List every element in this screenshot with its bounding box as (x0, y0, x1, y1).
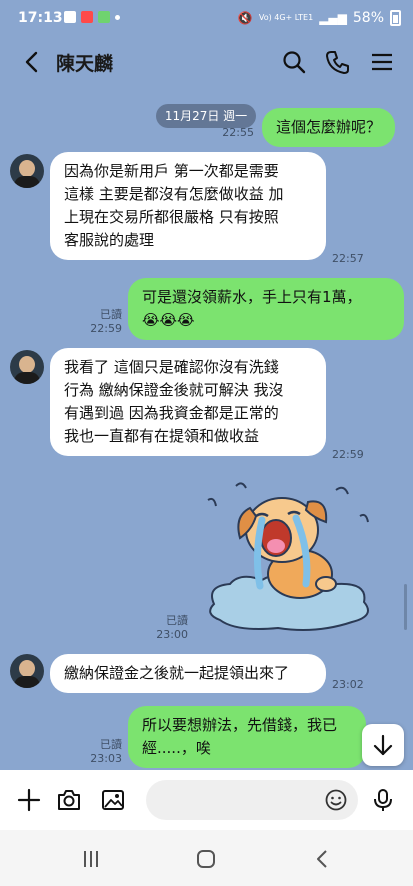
message-line: 上現在交易所都很嚴格 只有按照 (64, 208, 279, 226)
youtube-icon (81, 11, 93, 23)
message-line: 可是還沒領薪水，手上只有1萬， (142, 288, 362, 306)
message-bubble-incoming[interactable]: 因為你是新用戶 第一次都是需要 這樣 主要是都沒有怎麼做收益 加 上現在交易所都… (50, 152, 326, 260)
message-input-bar (0, 770, 413, 830)
chat-area[interactable]: 11月27日 週一 這個怎麼辦呢？ 22:55 因為你是新用戶 第一次都是需要 … (0, 88, 413, 770)
scrollbar[interactable] (404, 584, 407, 630)
message-bubble-outgoing[interactable]: 所以要想辦法，先借錢，我已 經.....，唉 (128, 706, 366, 768)
scroll-to-bottom-arrow-icon[interactable] (362, 724, 404, 766)
message-line: 客服說的處理 (64, 231, 155, 249)
avatar[interactable] (10, 154, 44, 188)
message-time: 23:00 (156, 628, 188, 641)
message-line: 有遇到過 因為我資金都是正常的 (64, 404, 279, 422)
image-gallery-icon[interactable] (100, 787, 126, 813)
read-receipt: 已讀 (166, 614, 188, 627)
message-line: 行為 繳納保證金後就可解決 我沒 (64, 381, 284, 399)
system-nav-bar (0, 830, 413, 886)
mute-icon: 🔇 (237, 11, 253, 25)
recent-apps-icon[interactable] (78, 846, 104, 872)
read-receipt: 已讀 (100, 308, 122, 321)
status-right: 🔇 Vo) 4G+ LTE1 ▂▄▆ 58% (238, 10, 401, 26)
menu-icon[interactable] (368, 48, 396, 76)
battery-icon (390, 10, 401, 26)
message-text: 這個怎麼辦呢？ (276, 118, 382, 136)
signal-icon: ▂▄▆ (319, 11, 347, 25)
avatar[interactable] (10, 654, 44, 688)
message-bubble-incoming[interactable]: 繳納保證金之後就一起提領出來了 (50, 654, 326, 693)
plus-icon[interactable] (16, 787, 42, 813)
network-label: Vo) 4G+ LTE1 (258, 13, 314, 22)
search-icon[interactable] (280, 48, 308, 76)
message-line: 我看了 這個只是確認你沒有洗錢 (64, 358, 279, 376)
message-text-field[interactable] (146, 780, 358, 820)
emoji-icon[interactable] (324, 788, 348, 812)
message-time: 22:55 (222, 126, 254, 139)
message-time: 22:57 (332, 252, 364, 265)
status-notification-icons (64, 11, 120, 23)
message-line: 我也一直都有在提領和做收益 (64, 427, 260, 445)
message-line: 這樣 主要是都沒有怎麼做收益 加 (64, 185, 284, 203)
message-line: 因為你是新用戶 第一次都是需要 (64, 162, 279, 180)
chat-header: 陳天麟 (0, 36, 413, 88)
read-receipt: 已讀 (100, 738, 122, 751)
message-time: 23:02 (332, 678, 364, 691)
message-bubble-incoming[interactable]: 我看了 這個只是確認你沒有洗錢 行為 繳納保證金後就可解決 我沒 有遇到過 因為… (50, 348, 326, 456)
status-time: 17:13 (18, 10, 63, 26)
date-pill: 11月27日 週一 (156, 104, 256, 128)
home-icon[interactable] (193, 846, 219, 872)
contact-name: 陳天麟 (56, 53, 114, 75)
status-bar: 17:13 🔇 Vo) 4G+ LTE1 ▂▄▆ 58% (0, 0, 413, 36)
message-line: 經.....，唉 (142, 739, 211, 757)
message-time: 22:59 (90, 322, 122, 335)
more-notifications-dot (115, 14, 120, 20)
system-back-icon[interactable] (310, 846, 336, 872)
message-time: 23:03 (90, 752, 122, 765)
phone-call-icon[interactable] (324, 48, 352, 76)
battery-percent: 58% (352, 10, 384, 26)
message-text: 繳納保證金之後就一起提領出來了 (64, 664, 290, 682)
avatar[interactable] (10, 350, 44, 384)
message-input[interactable] (160, 789, 320, 811)
message-line: 所以要想辦法，先借錢，我已 (142, 716, 338, 734)
message-bubble-outgoing[interactable]: 可是還沒領薪水，手上只有1萬， 😭😭😭 (128, 278, 404, 340)
camera-icon[interactable] (56, 787, 82, 813)
microphone-icon[interactable] (370, 787, 396, 813)
message-bubble-outgoing[interactable]: 這個怎麼辦呢？ (262, 108, 396, 147)
gallery-icon (64, 11, 76, 23)
message-line: 😭😭😭 (142, 311, 195, 329)
back-arrow-icon[interactable] (18, 48, 46, 76)
crying-dog-sticker[interactable] (196, 476, 386, 636)
message-time: 22:59 (332, 448, 364, 461)
app-icon (98, 11, 110, 23)
